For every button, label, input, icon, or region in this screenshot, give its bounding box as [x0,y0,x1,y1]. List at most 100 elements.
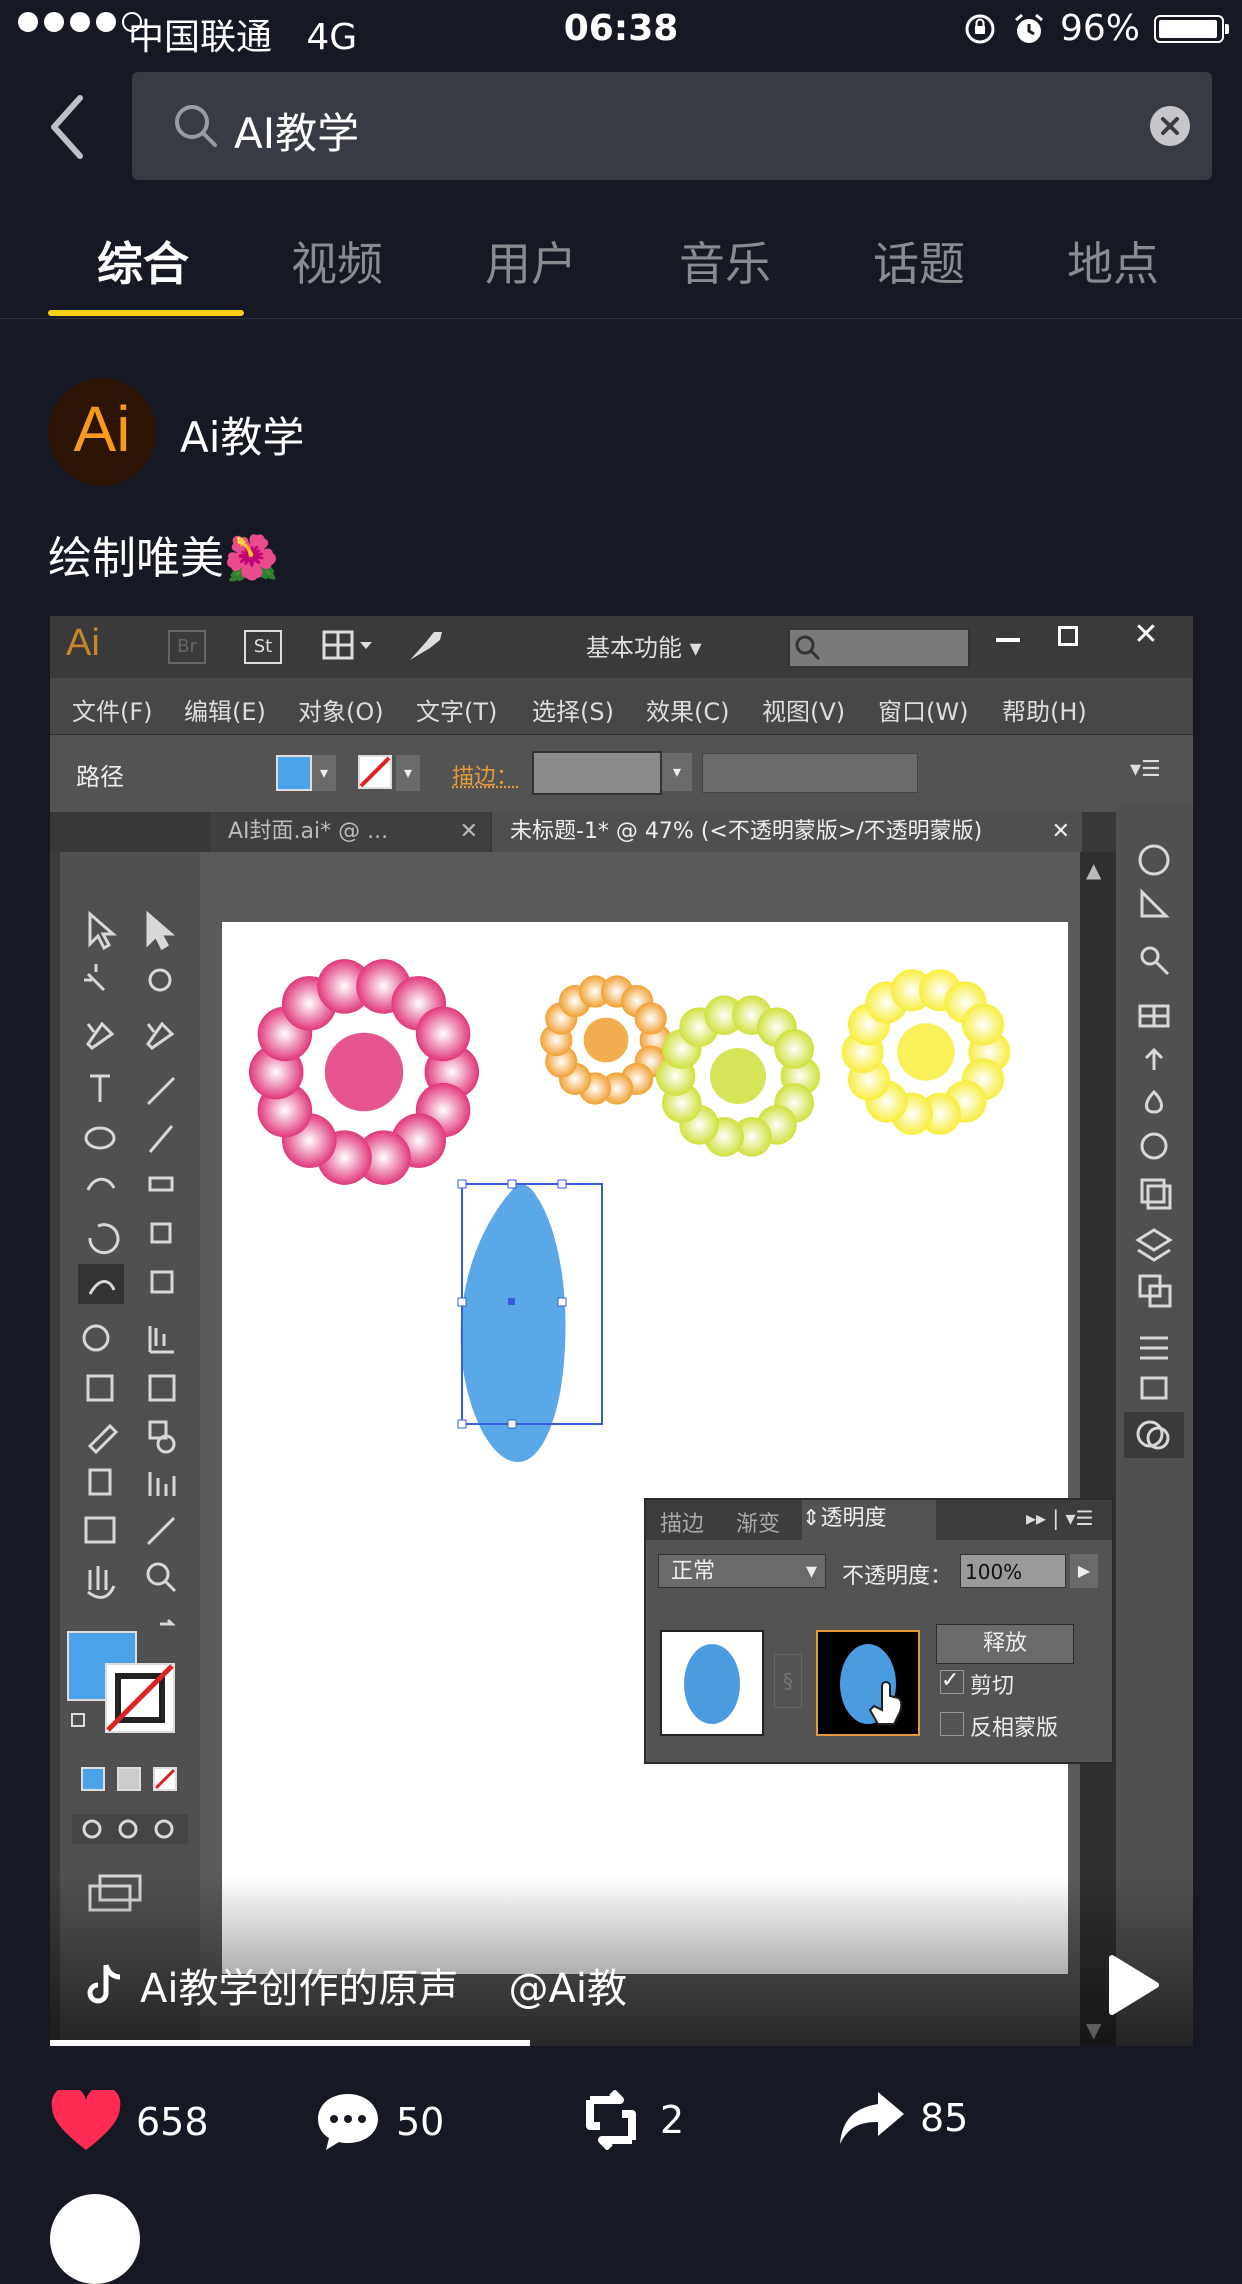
opacity-slider-toggle[interactable]: ▶ [1070,1554,1098,1588]
stock-icon[interactable]: St [244,630,282,664]
back-arrow-icon[interactable] [44,92,94,162]
maximize-button[interactable] [1040,616,1096,656]
gpu-rocket-icon[interactable] [406,628,446,664]
flower-3[interactable] [655,995,821,1157]
blend-mode-value: 正常 [671,1559,716,1584]
tiktok-note-icon [87,1964,121,2004]
workspace-switcher[interactable]: 基本功能 ▾ [586,628,702,663]
blend-mode-select[interactable]: 正常 ▾ [658,1554,826,1588]
search-icon [175,105,217,147]
like-button[interactable]: 658 [50,2090,209,2154]
menu-select[interactable]: 选择(S) [532,692,614,727]
menu-effect[interactable]: 效果(C) [646,692,729,727]
music-author: @Ai教 [508,1966,627,2012]
menu-edit[interactable]: 编辑(E) [184,692,266,727]
video-progress-bar[interactable] [50,2040,531,2046]
ai-title-bar: Ai Br St 基本功能 ▾ ✕ [50,616,1193,678]
ai-control-bar: 路径 ▾ ▾ 描边： ▾ ▾☰ [50,734,1193,813]
post-caption: 绘制唯美🌺 [48,533,279,584]
doc-tab-untitled[interactable]: 未标题-1* @ 47% (<不透明蒙版>/不透明蒙版) ✕ [492,812,1082,852]
comment-icon [318,2094,378,2150]
search-input[interactable]: AI教学 [132,72,1212,180]
tab-comprehensive[interactable]: 综合 [46,228,240,294]
avatar[interactable]: Ai [48,378,156,486]
flower-4[interactable] [841,969,1011,1135]
menu-file[interactable]: 文件(F) [72,692,153,727]
variable-width-profile[interactable] [702,753,918,793]
fill-swatch[interactable] [276,755,312,791]
tab-stroke[interactable]: 描边 [660,1506,704,1538]
scroll-up-icon[interactable]: ▲ [1086,858,1101,882]
opacity-field[interactable]: 100% [960,1554,1066,1588]
tab-transparency-label: 透明度 [820,1506,887,1531]
artwork-thumbnail[interactable] [660,1630,764,1736]
menu-view[interactable]: 视图(V) [762,692,845,727]
invert-mask-label: 反相蒙版 [970,1716,1059,1741]
tab-gradient[interactable]: 渐变 [736,1506,780,1538]
ai-logo: Ai [66,622,100,664]
panel-dock [1116,806,1193,2046]
vertical-scrollbar[interactable]: ▲ ▼ [1080,852,1116,2046]
release-button[interactable]: 释放 [936,1624,1074,1664]
close-window-button[interactable]: ✕ [1102,616,1190,656]
clip-checkbox[interactable]: ✓ [940,1670,964,1694]
share-arrow-icon [840,2092,904,2144]
music-title: Ai教学创作的原声 [140,1966,459,2012]
tab-places[interactable]: 地点 [1016,228,1210,294]
workspace-label: 基本功能 [586,634,682,662]
menu-window[interactable]: 窗口(W) [878,692,968,727]
comment-count: 50 [396,2100,445,2144]
invert-mask-checkbox[interactable] [940,1712,964,1736]
search-icon [795,635,821,661]
tab-transparency[interactable]: ⇕透明度 [802,1500,936,1540]
panel-collapse-icon[interactable]: ▸▸ | ▾☰ [1026,1506,1094,1530]
music-marquee[interactable]: Ai教学创作的原声 @Ai教 [84,1956,627,2014]
tab-music[interactable]: 音乐 [628,228,822,294]
tools-panel [60,852,200,2046]
share-button[interactable]: 85 [838,2090,968,2146]
battery-percent: 96% [1059,8,1140,49]
clear-icon[interactable] [1150,106,1190,146]
transparency-panel: 描边 渐变 ⇕透明度 ▸▸ | ▾☰ 正常 ▾ 不透明度： 100% ▶ § 释放… [644,1498,1114,1764]
alarm-icon [1015,13,1043,43]
doc-tab-cover[interactable]: AI封面.ai* @ ... ✕ [210,812,490,852]
link-icon[interactable]: § [774,1654,802,1708]
repost-button[interactable]: 2 [576,2090,684,2150]
selected-shape[interactable] [457,1179,603,1462]
play-icon[interactable] [1100,1950,1164,2020]
artboard[interactable] [222,922,1068,1974]
menu-type[interactable]: 文字(T) [416,692,497,727]
mask-thumbnail[interactable] [816,1630,920,1736]
stroke-weight-field[interactable] [532,751,662,795]
comment-button[interactable]: 50 [314,2090,444,2154]
stroke-none-swatch[interactable] [358,755,392,789]
flower-2[interactable] [540,975,672,1105]
share-count: 85 [920,2096,969,2140]
stroke-label[interactable]: 描边： [452,759,518,791]
help-search-field[interactable] [788,628,970,668]
stroke-dropdown[interactable]: ▾ [396,755,420,791]
minimize-button[interactable] [980,616,1036,656]
selection-type-label: 路径 [76,763,124,791]
dock-icons [1124,844,1184,1458]
document-tabs: AI封面.ai* @ ... ✕ 未标题-1* @ 47% (<不透明蒙版>/不透… [50,812,1193,852]
author-name[interactable]: Ai教学 [180,404,304,465]
opacity-label: 不透明度： [842,1564,953,1589]
flower-1[interactable] [248,959,480,1185]
tab-users[interactable]: 用户 [434,228,628,294]
search-query[interactable]: AI教学 [234,100,359,161]
repost-count: 2 [660,2098,685,2142]
stroke-weight-dropdown[interactable]: ▾ [662,753,692,791]
status-right: 96% [962,8,1229,49]
panel-menu-icon[interactable]: ▾☰ [1130,757,1161,782]
repost-icon [586,2090,636,2150]
video-player[interactable]: Ai Br St 基本功能 ▾ ✕ 文件(F) 编辑(E) 对象(O) 文字(T… [50,616,1193,2046]
tab-topics[interactable]: 话题 [822,228,1016,294]
tab-video[interactable]: 视频 [240,228,434,294]
bridge-icon[interactable]: Br [168,630,206,664]
divider [0,318,1242,319]
menu-help[interactable]: 帮助(H) [1002,692,1087,727]
menu-object[interactable]: 对象(O) [298,692,384,727]
fill-dropdown[interactable]: ▾ [312,755,336,791]
arrange-documents-icon[interactable] [322,630,378,662]
